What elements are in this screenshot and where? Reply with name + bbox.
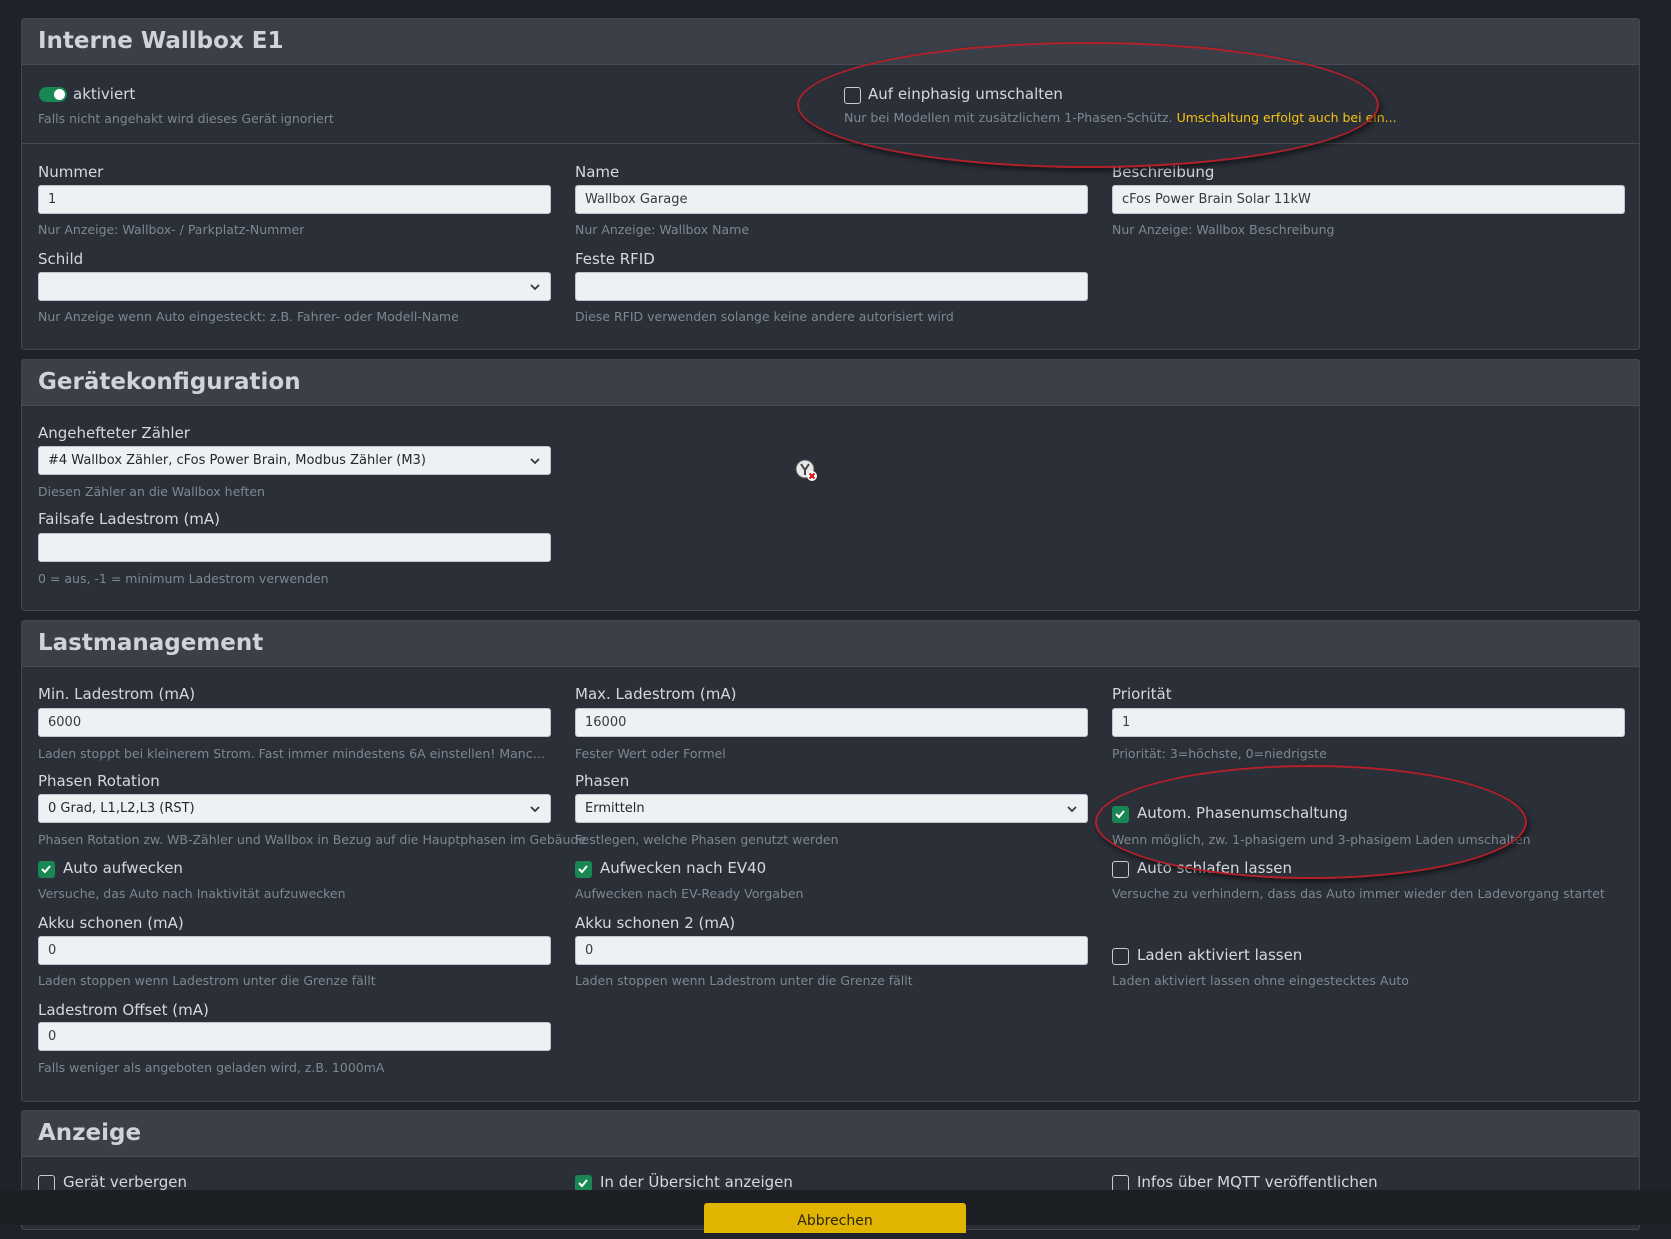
wake-ev40-hint: Aufwecken nach EV-Ready Vorgaben [575,886,804,901]
card-header: Gerätekonfiguration [22,360,1639,406]
section-title: Lastmanagement [38,630,264,656]
priority-label: Priorität [1112,685,1172,703]
section-title: Anzeige [38,1120,142,1146]
number-label: Nummer [38,163,104,181]
battery-protect-2-hint: Laden stoppen wenn Ladestrom unter die G… [575,973,913,988]
sign-select[interactable] [38,272,551,301]
battery-protect-label: Akku schonen (mA) [38,914,184,932]
check-icon [578,865,588,874]
wake-car-label: Auto aufwecken [63,859,183,877]
name-hint: Nur Anzeige: Wallbox Name [575,222,750,237]
number-hint: Nur Anzeige: Wallbox- / Parkplatz-Nummer [38,222,305,237]
keep-active-hint: Laden aktiviert lassen ohne eingesteckte… [1112,973,1409,988]
description-input[interactable]: cFos Power Brain Solar 11kW [1112,185,1625,214]
name-label: Name [575,163,620,181]
priority-input[interactable]: 1 [1112,708,1625,737]
activated-toggle[interactable] [39,87,67,102]
failsafe-label: Failsafe Ladestrom (mA) [38,510,221,528]
chevron-down-icon [530,458,540,465]
annotation-ellipse-single-phase [797,42,1379,168]
chevron-down-icon [530,284,540,291]
phase-rotation-hint: Phasen Rotation zw. WB-Zähler und Wallbo… [38,832,587,847]
check-icon [41,865,51,874]
wake-car-hint: Versuche, das Auto nach Inaktivität aufz… [38,886,346,901]
keep-active-label: Laden aktiviert lassen [1137,946,1303,964]
cancel-button[interactable]: Abbrechen [704,1203,966,1233]
show-overview-label: In der Übersicht anzeigen [600,1173,793,1191]
failsafe-hint: 0 = aus, -1 = minimum Ladestrom verwende… [38,571,329,586]
phase-rotation-label: Phasen Rotation [38,772,160,790]
phases-value: Ermitteln [585,801,645,816]
offset-hint: Falls weniger als angeboten geladen wird… [38,1060,385,1075]
phases-hint: Festlegen, welche Phasen genutzt werden [575,832,839,847]
phase-rotation-select[interactable]: 0 Grad, L1,L2,L3 (RST) [38,794,551,823]
sign-hint: Nur Anzeige wenn Auto eingesteckt: z.B. … [38,309,459,324]
rfid-input[interactable] [575,272,1088,301]
offset-label: Ladestrom Offset (mA) [38,1001,209,1019]
card-header: Interne Wallbox E1 [22,19,1639,65]
card-header: Lastmanagement [22,621,1639,667]
meter-select[interactable]: #4 Wallbox Zähler, cFos Power Brain, Mod… [38,446,551,475]
battery-protect-hint: Laden stoppen wenn Ladestrom unter die G… [38,973,376,988]
min-current-input[interactable]: 6000 [38,708,551,737]
description-hint: Nur Anzeige: Wallbox Beschreibung [1112,222,1335,237]
meter-label: Angehefteter Zähler [38,424,190,442]
battery-protect-2-label: Akku schonen 2 (mA) [575,914,736,932]
battery-protect-2-input[interactable]: 0 [575,936,1088,965]
hide-device-label: Gerät verbergen [63,1173,188,1191]
wake-ev40-checkbox[interactable] [575,861,592,878]
meter-select-value: #4 Wallbox Zähler, cFos Power Brain, Mod… [48,453,426,468]
phase-rotation-value: 0 Grad, L1,L2,L3 (RST) [48,801,195,816]
battery-protect-input[interactable]: 0 [38,936,551,965]
activated-label: aktiviert [73,85,136,103]
activated-hint: Falls nicht angehakt wird dieses Gerät i… [38,111,334,126]
phases-label: Phasen [575,772,630,790]
chevron-down-icon [530,806,540,813]
chevron-down-icon [1067,806,1077,813]
divider [22,143,1639,144]
number-input[interactable]: 1 [38,185,551,214]
offset-input[interactable]: 0 [38,1022,551,1051]
min-current-label: Min. Ladestrom (mA) [38,685,196,703]
meter-hint: Diesen Zähler an die Wallbox heften [38,484,265,499]
phases-select[interactable]: Ermitteln [575,794,1088,823]
rfid-hint: Diese RFID verwenden solange keine ander… [575,309,954,324]
min-current-hint: Laden stoppt bei kleinerem Strom. Fast i… [38,746,551,761]
keep-active-checkbox[interactable] [1112,948,1129,965]
priority-hint: Priorität: 3=höchste, 0=niedrigste [1112,746,1327,761]
section-title: Gerätekonfiguration [38,369,301,395]
check-icon [578,1179,588,1188]
annotation-ellipse-auto-phase [1095,765,1527,879]
toggle-knob [54,89,65,100]
max-current-label: Max. Ladestrom (mA) [575,685,737,703]
mqtt-publish-label: Infos über MQTT veröffentlichen [1137,1173,1378,1191]
card-device-config: Gerätekonfiguration Angehefteter Zähler … [21,359,1640,611]
max-current-input[interactable]: 16000 [575,708,1088,737]
sleep-car-checkbox[interactable] [1112,861,1129,878]
rfid-label: Feste RFID [575,250,655,268]
max-current-hint: Fester Wert oder Formel [575,746,726,761]
wake-ev40-label: Aufwecken nach EV40 [600,859,767,877]
card-header: Anzeige [22,1111,1639,1157]
wake-car-checkbox[interactable] [38,861,55,878]
sign-label: Schild [38,250,84,268]
card-internal-wallbox: Interne Wallbox E1 aktiviert Falls nicht… [21,18,1640,350]
failsafe-input[interactable] [38,533,551,562]
section-title: Interne Wallbox E1 [38,28,284,54]
name-input[interactable]: Wallbox Garage [575,185,1088,214]
plugin-error-icon [795,459,817,481]
sleep-car-hint: Versuche zu verhindern, dass das Auto im… [1112,886,1605,901]
